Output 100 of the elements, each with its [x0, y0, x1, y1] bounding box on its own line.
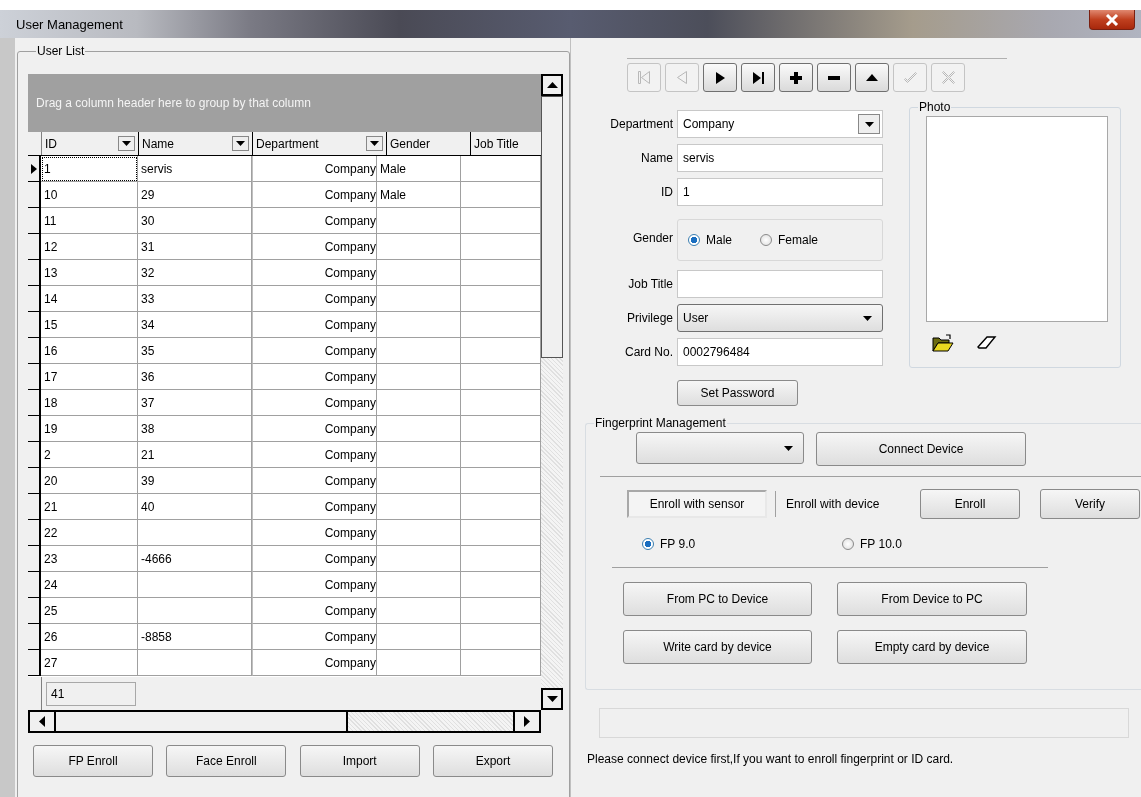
table-cell: 38	[138, 416, 252, 442]
group-title: User List	[36, 44, 86, 58]
list-action-button[interactable]: FP Enroll	[33, 745, 153, 777]
row-indicator[interactable]	[28, 338, 41, 364]
row-indicator[interactable]	[28, 182, 41, 208]
delete-record-icon	[828, 75, 840, 80]
vertical-scrollbar[interactable]	[541, 74, 563, 710]
row-indicator[interactable]	[28, 624, 41, 650]
table-cell: Company	[252, 182, 377, 208]
row-indicator[interactable]	[28, 598, 41, 624]
list-action-button[interactable]: Face Enroll	[166, 745, 287, 777]
set-password-button[interactable]: Set Password	[677, 380, 798, 406]
eraser-icon[interactable]	[976, 334, 998, 352]
table-cell: 21	[41, 494, 138, 520]
row-indicator[interactable]	[28, 494, 41, 520]
table-cell: 19	[41, 416, 138, 442]
row-indicator[interactable]	[28, 312, 41, 338]
cancel-record-icon	[941, 71, 955, 84]
version-radio[interactable]: FP 9.0	[642, 537, 842, 551]
enroll-button[interactable]: Enroll	[920, 489, 1020, 519]
table-cell: 39	[138, 468, 252, 494]
filter-dropdown-icon[interactable]	[118, 136, 135, 151]
table-cell: 15	[41, 312, 138, 338]
table-cell: Company	[252, 520, 377, 546]
table-cell: Company	[252, 494, 377, 520]
radio-icon[interactable]	[642, 538, 654, 550]
table-cell: 40	[138, 494, 252, 520]
id-field[interactable]: 1	[677, 178, 883, 206]
scroll-thumb[interactable]	[541, 96, 563, 358]
enroll-with-sensor-toggle[interactable]: Enroll with sensor	[627, 490, 767, 518]
table-cell: Company	[252, 338, 377, 364]
field-label: Job Title	[627, 277, 674, 291]
scroll-down-icon[interactable]	[541, 688, 563, 710]
column-header[interactable]: Name	[139, 132, 253, 155]
row-indicator[interactable]	[28, 650, 41, 676]
filter-dropdown-icon[interactable]	[366, 136, 383, 151]
dropdown-arrow-icon	[863, 315, 872, 321]
close-icon	[1105, 13, 1119, 26]
list-action-button[interactable]: Import	[299, 745, 420, 777]
gender-radio[interactable]: Female	[760, 233, 819, 247]
table-cell: Male	[377, 156, 461, 182]
filter-dropdown-icon[interactable]	[232, 136, 249, 151]
column-header[interactable]: Gender	[387, 132, 471, 155]
row-indicator[interactable]	[28, 156, 41, 182]
table-cell: Company	[252, 234, 377, 260]
row-indicator[interactable]	[28, 572, 41, 598]
row-indicator[interactable]	[28, 286, 41, 312]
transfer-button[interactable]: From Device to PC	[837, 582, 1027, 616]
table-cell: 24	[41, 572, 138, 598]
privilege-dropdown[interactable]: User	[677, 304, 883, 332]
navigator-button[interactable]	[703, 63, 737, 92]
list-action-button[interactable]: Export	[433, 745, 553, 777]
transfer-button[interactable]: Write card by device	[623, 630, 812, 664]
row-indicator[interactable]	[28, 390, 41, 416]
folder-icon[interactable]	[932, 334, 954, 352]
name-field[interactable]: servis	[677, 144, 883, 172]
gender-radio[interactable]: Male	[688, 233, 732, 247]
verify-button[interactable]: Verify	[1040, 489, 1140, 519]
table-cell: 32	[138, 260, 252, 286]
column-header[interactable]: ID	[42, 132, 139, 155]
table-cell: Company	[252, 286, 377, 312]
table-cell: 20	[41, 468, 138, 494]
column-header[interactable]: Department	[253, 132, 387, 155]
row-indicator[interactable]	[28, 364, 41, 390]
row-indicator[interactable]	[28, 520, 41, 546]
navigator-button[interactable]	[855, 63, 889, 92]
transfer-button[interactable]: From PC to Device	[623, 582, 812, 616]
card-number-field[interactable]: 0002796484	[677, 338, 883, 366]
version-radio[interactable]: FP 10.0	[842, 537, 1042, 551]
navigator-button[interactable]	[741, 63, 775, 92]
radio-icon[interactable]	[688, 234, 700, 246]
row-indicator[interactable]	[28, 546, 41, 572]
transfer-button[interactable]: Empty card by device	[837, 630, 1027, 664]
record-count: 41	[46, 681, 136, 706]
radio-icon[interactable]	[760, 234, 772, 246]
next-record-icon	[715, 71, 725, 84]
table-cell: Company	[252, 624, 377, 650]
row-indicator[interactable]	[28, 442, 41, 468]
table-cell: 18	[41, 390, 138, 416]
row-indicator[interactable]	[28, 260, 41, 286]
row-indicator[interactable]	[28, 234, 41, 260]
table-cell: 13	[41, 260, 138, 286]
scroll-up-icon[interactable]	[541, 74, 563, 96]
device-dropdown[interactable]	[636, 432, 804, 464]
table-cell: Company	[252, 364, 377, 390]
row-indicator[interactable]	[28, 468, 41, 494]
table-cell: 17	[41, 364, 138, 390]
row-indicator[interactable]	[28, 208, 41, 234]
navigator-button[interactable]	[817, 63, 851, 92]
radio-icon[interactable]	[842, 538, 854, 550]
navigator-button[interactable]	[779, 63, 813, 92]
close-button[interactable]	[1089, 10, 1135, 30]
row-indicator[interactable]	[28, 416, 41, 442]
last-record-icon	[752, 71, 764, 84]
connect-device-button[interactable]: Connect Device	[816, 432, 1026, 466]
table-cell: 23	[41, 546, 138, 572]
department-dropdown[interactable]: Company	[677, 110, 883, 138]
table-cell: 36	[138, 364, 252, 390]
job-title-field[interactable]	[677, 270, 883, 298]
horizontal-scrollbar[interactable]	[28, 710, 541, 733]
